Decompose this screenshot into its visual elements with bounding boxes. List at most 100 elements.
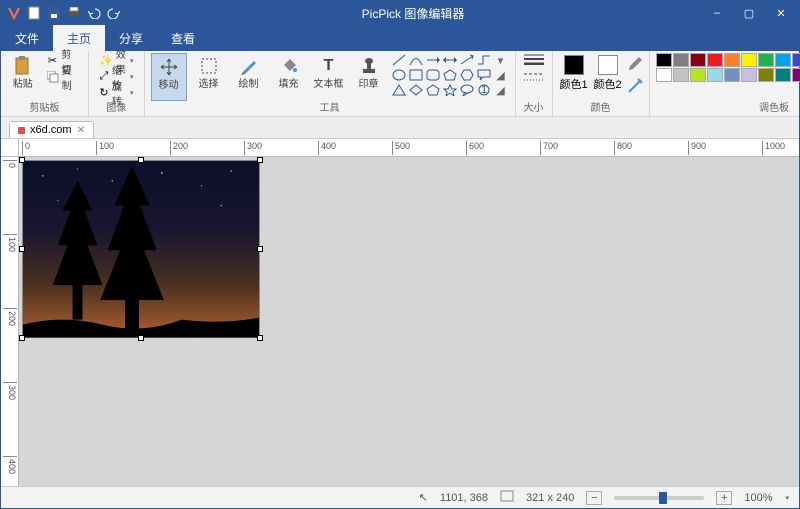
shape-diamond[interactable] <box>408 83 424 97</box>
color-swatch[interactable] <box>792 53 800 67</box>
scale-icon: ⤢ <box>99 70 109 84</box>
undo-icon[interactable] <box>85 4 103 22</box>
color-swatch[interactable] <box>724 53 740 67</box>
eyedropper-button[interactable] <box>627 56 643 75</box>
color-swatch[interactable] <box>758 68 774 82</box>
line-weight-button[interactable] <box>522 53 546 68</box>
shape-tricorner2[interactable]: ◢ <box>493 83 509 97</box>
vertical-ruler: 0100200300400 <box>1 157 19 486</box>
shape-ellipse[interactable] <box>391 68 407 82</box>
window-title: PicPick 图像编辑器 <box>123 5 703 22</box>
stamp-tool[interactable]: 印章 <box>351 53 387 101</box>
shape-bubble[interactable] <box>459 83 475 97</box>
paste-button[interactable]: 粘贴 <box>7 53 39 101</box>
shape-tricorner[interactable]: ◢ <box>493 68 509 82</box>
color-swatch[interactable] <box>775 68 791 82</box>
handle-s[interactable] <box>138 335 144 341</box>
shape-callout[interactable] <box>476 68 492 82</box>
handle-e[interactable] <box>257 246 263 252</box>
rotate-button[interactable]: ↻旋转▾ <box>95 85 138 100</box>
color-swatch[interactable] <box>775 53 791 67</box>
shape-triangle[interactable] <box>391 83 407 97</box>
shape-arrow[interactable] <box>425 53 441 67</box>
group-size-label: 大小 <box>516 99 552 114</box>
move-tool[interactable]: 移动 <box>151 53 187 101</box>
shape-expand[interactable]: ▾ <box>493 53 509 67</box>
zoom-thumb[interactable] <box>659 492 667 504</box>
shape-connector[interactable] <box>476 53 492 67</box>
color-swatch[interactable] <box>690 53 706 67</box>
tab-view[interactable]: 查看 <box>157 25 209 51</box>
color-swatch[interactable] <box>690 68 706 82</box>
color-swatch[interactable] <box>707 68 723 82</box>
title-bar: PicPick 图像编辑器 – ▢ ✕ <box>1 1 799 25</box>
ruler-tick: 600 <box>466 141 484 155</box>
zoom-level: 100% <box>744 492 772 504</box>
shape-hex[interactable] <box>459 68 475 82</box>
shape-roundrect[interactable] <box>425 68 441 82</box>
zoom-slider[interactable] <box>614 496 704 500</box>
svg-text:1: 1 <box>480 84 486 96</box>
handle-nw[interactable] <box>19 157 25 163</box>
line-style-button[interactable] <box>522 71 546 86</box>
shape-rect[interactable] <box>408 68 424 82</box>
color-swatch[interactable] <box>707 53 723 67</box>
fill-tool[interactable]: 填充 <box>271 53 307 101</box>
color-swatch[interactable] <box>673 53 689 67</box>
move-icon <box>158 56 180 78</box>
draw-tool[interactable]: 绘制 <box>231 53 267 101</box>
shape-arrow3[interactable] <box>459 53 475 67</box>
zoom-menu[interactable]: ▾ <box>785 494 789 502</box>
shape-line[interactable] <box>391 53 407 67</box>
color-swatch[interactable] <box>656 53 672 67</box>
color-swatch[interactable] <box>758 53 774 67</box>
group-tools-label: 工具 <box>145 99 515 114</box>
color-swatch[interactable] <box>724 68 740 82</box>
select-tool[interactable]: 选择 <box>191 53 227 101</box>
color-swatch[interactable] <box>741 53 757 67</box>
status-bar: ↖ 1101, 368 321 x 240 − + 100% ▾ <box>1 486 799 508</box>
new-icon[interactable] <box>25 4 43 22</box>
handle-n[interactable] <box>138 157 144 163</box>
color-swatch[interactable] <box>673 68 689 82</box>
rotate-icon: ↻ <box>99 86 109 100</box>
color2-button[interactable]: 颜色2 <box>593 53 623 101</box>
app-icon[interactable] <box>5 4 23 22</box>
shape-double-arrow[interactable] <box>442 53 458 67</box>
handle-sw[interactable] <box>19 335 25 341</box>
textbox-tool[interactable]: T文本框 <box>311 53 347 101</box>
save-icon[interactable] <box>45 4 63 22</box>
tab-share[interactable]: 分享 <box>105 25 157 51</box>
print-icon[interactable] <box>65 4 83 22</box>
zoom-in-button[interactable]: + <box>716 491 732 505</box>
image-content[interactable] <box>22 160 260 338</box>
edit-colors-button[interactable] <box>627 78 643 97</box>
shape-polygon[interactable] <box>442 68 458 82</box>
minimize-button[interactable]: – <box>703 3 731 23</box>
group-tools: 移动 选择 绘制 填充 T文本框 印章 ▾ ◢ <box>145 51 516 116</box>
select-icon <box>198 55 220 77</box>
redo-icon[interactable] <box>105 4 123 22</box>
handle-w[interactable] <box>19 246 25 252</box>
shape-star[interactable] <box>442 83 458 97</box>
work-area: 01002003004005006007008009001000 0100200… <box>1 139 799 486</box>
ruler-tick: 800 <box>614 141 632 155</box>
close-button[interactable]: ✕ <box>767 3 795 23</box>
color1-button[interactable]: 颜色1 <box>559 53 589 101</box>
shape-number[interactable]: 1 <box>476 83 492 97</box>
handle-ne[interactable] <box>257 157 263 163</box>
color-swatch[interactable] <box>792 68 800 82</box>
zoom-out-button[interactable]: − <box>586 491 602 505</box>
color-swatch[interactable] <box>656 68 672 82</box>
close-tab-button[interactable]: ✕ <box>77 125 85 136</box>
handle-se[interactable] <box>257 335 263 341</box>
maximize-button[interactable]: ▢ <box>735 3 763 23</box>
shape-curve[interactable] <box>408 53 424 67</box>
tab-file[interactable]: 文件 <box>1 25 53 51</box>
shapes-gallery[interactable]: ▾ ◢ 1 ◢ <box>391 53 509 97</box>
document-tab[interactable]: x6d.com ✕ <box>9 121 94 138</box>
copy-button[interactable]: 复制 <box>43 69 82 84</box>
canvas[interactable] <box>19 157 799 486</box>
shape-pentagon[interactable] <box>425 83 441 97</box>
color-swatch[interactable] <box>741 68 757 82</box>
